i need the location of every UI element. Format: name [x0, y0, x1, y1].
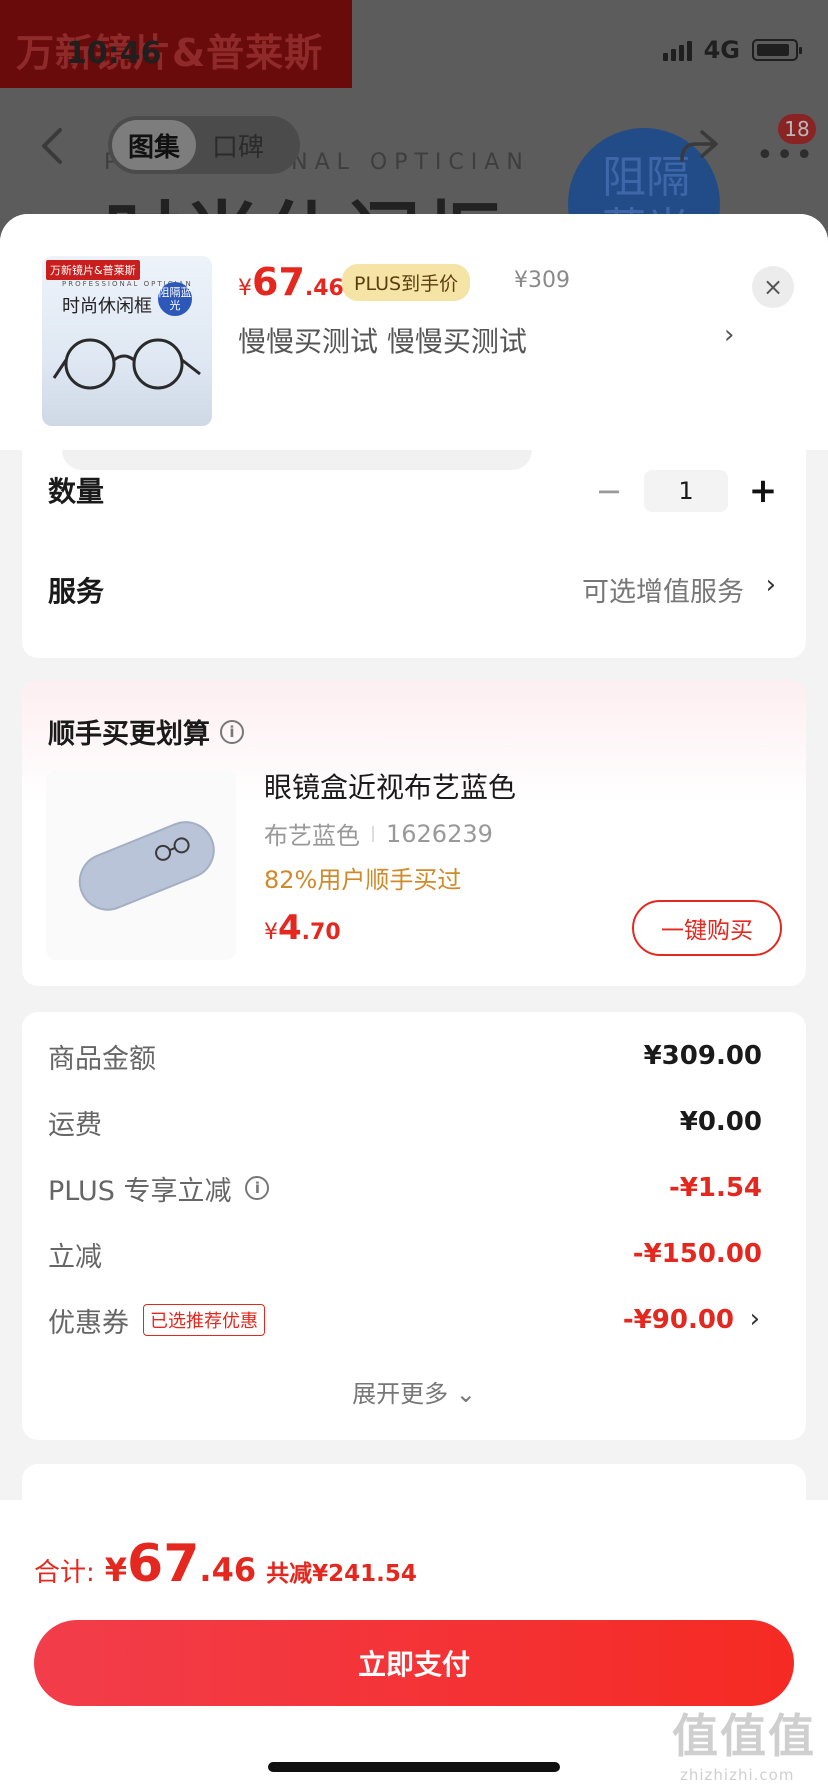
quantity-value[interactable]: 1 [644, 470, 728, 512]
original-price: ¥309 [514, 268, 570, 293]
addon-price: ¥ 4 .70 [264, 908, 341, 948]
coupon-selected-tag: 已选推荐优惠 [143, 1304, 265, 1336]
tab-reviews[interactable]: 口碑 [196, 120, 280, 170]
addon-price-currency: ¥ [264, 920, 278, 945]
addon-product-name[interactable]: 眼镜盒近视布艺蓝色 [264, 766, 516, 806]
summary-amount: -¥90.00 [622, 1305, 734, 1335]
header-price-decimal: .46 [304, 276, 344, 301]
total-decimal: .46 [199, 1551, 257, 1589]
summary-label: 运费 [48, 1109, 102, 1141]
share-icon[interactable] [676, 126, 720, 166]
total-price: 合计: ¥ 67 .46 共减¥241.54 [34, 1534, 417, 1594]
summary-label: 商品金额 [48, 1043, 156, 1075]
back-arrow-icon[interactable] [36, 124, 70, 168]
summary-row-shipping: 运费 ¥0.00 [48, 1102, 762, 1142]
quantity-stepper: − 1 + [594, 470, 778, 512]
addon-card: 顺手买更划算 i 眼镜盒近视布艺蓝色 布艺蓝色 1626239 82%用户顺手买… [22, 680, 806, 986]
addon-spec: 布艺蓝色 1626239 [264, 816, 493, 851]
addon-buy-rate: 82%用户顺手买过 [264, 866, 462, 894]
status-indicators: 4G [662, 36, 802, 64]
product-thumbnail: 万新镜片&普莱斯 PROFESSIONAL OPTICIAN 时尚休闲框 阻隔蓝… [42, 256, 212, 426]
chevron-right-icon[interactable]: › [724, 320, 734, 350]
summary-amount: ¥0.00 [679, 1107, 762, 1137]
summary-label: 优惠券 [48, 1307, 129, 1339]
watermark: 值值值 [672, 1709, 816, 1763]
total-integer: 67 [127, 1534, 200, 1594]
summary-label-group: PLUS 专享立减 i [48, 1169, 270, 1208]
thumb-title: 时尚休闲框 [62, 296, 152, 317]
close-button[interactable]: × [752, 266, 794, 308]
summary-label-group: 优惠券 已选推荐优惠 [48, 1301, 265, 1340]
gallery-tabs: 图集 口碑 [108, 116, 300, 174]
info-icon[interactable]: i [220, 719, 244, 744]
addon-spec-id: 1626239 [386, 819, 493, 848]
addon-price-decimal: .70 [301, 920, 341, 945]
sheet-header: 万新镜片&普莱斯 PROFESSIONAL OPTICIAN 时尚休闲框 阻隔蓝… [0, 214, 828, 450]
info-icon[interactable]: i [245, 1176, 270, 1200]
summary-amount: -¥1.54 [668, 1173, 762, 1203]
glasses-icon [52, 338, 201, 390]
addon-title: 顺手买更划算 i [48, 712, 244, 751]
watermark-url: zhizhizhi.com [680, 1766, 795, 1784]
total-saved: 共减¥241.54 [266, 1561, 417, 1587]
coupon-chevron-icon[interactable]: › [750, 1304, 760, 1334]
summary-amount: ¥309.00 [643, 1041, 762, 1071]
thumb-badge: 阻隔蓝光 [158, 282, 192, 316]
plus-price-tag: PLUS到手价 [342, 264, 471, 301]
expand-more-button[interactable]: 展开更多 ⌄ [22, 1374, 806, 1409]
brand-text: 万新镜片&普莱斯 [16, 31, 324, 75]
quantity-plus-button[interactable]: + [748, 471, 778, 511]
more-icon[interactable]: ••• [756, 138, 815, 173]
selected-spec[interactable]: 慢慢买测试 慢慢买测试 [238, 320, 527, 360]
signal-icon [662, 39, 692, 61]
quantity-label: 数量 [48, 475, 105, 508]
total-label: 合计: [34, 1558, 95, 1588]
summary-row-plus-discount: PLUS 专享立减 i -¥1.54 [48, 1168, 762, 1208]
summary-row-goods: 商品金额 ¥309.00 [48, 1036, 762, 1076]
summary-amount: -¥150.00 [632, 1239, 762, 1269]
pay-now-button[interactable]: 立即支付 [34, 1620, 794, 1706]
home-indicator [268, 1762, 560, 1772]
service-chevron-icon[interactable]: › [766, 570, 776, 600]
summary-label: PLUS 专享立减 [48, 1175, 232, 1207]
network-label: 4G [703, 36, 740, 64]
service-value[interactable]: 可选增值服务 [582, 570, 744, 609]
spec-divider [372, 825, 374, 842]
bottom-pay-bar: 合计: ¥ 67 .46 共减¥241.54 立即支付 值值值 zhizhizh… [0, 1500, 828, 1792]
addon-price-integer: 4 [278, 908, 302, 948]
service-label: 服务 [48, 575, 105, 608]
price-summary-card: 商品金额 ¥309.00 运费 ¥0.00 PLUS 专享立减 i -¥1.54… [22, 1012, 806, 1440]
one-click-buy-button[interactable]: 一键购买 [632, 900, 782, 956]
total-currency: ¥ [104, 1551, 128, 1589]
summary-label: 立减 [48, 1241, 102, 1273]
header-price-integer: 67 [252, 260, 305, 304]
addon-spec-color: 布艺蓝色 [264, 822, 360, 850]
summary-row-instant-discount: 立减 -¥150.00 [48, 1234, 762, 1274]
header-price: ¥ 67 .46 [238, 260, 344, 304]
summary-row-coupon[interactable]: 优惠券 已选推荐优惠 -¥90.00 › [48, 1300, 762, 1340]
addon-title-text: 顺手买更划算 [48, 719, 210, 750]
tab-gallery[interactable]: 图集 [112, 120, 197, 170]
status-time: 10:46 [66, 36, 162, 71]
battery-icon [752, 39, 802, 61]
cart-count-badge: 18 [778, 114, 816, 144]
glasses-case-icon [78, 821, 215, 911]
addon-product-image[interactable] [46, 770, 236, 960]
quantity-minus-button[interactable]: − [594, 472, 624, 510]
header-price-currency: ¥ [238, 276, 252, 301]
thumb-brand: 万新镜片&普莱斯 [46, 260, 140, 280]
